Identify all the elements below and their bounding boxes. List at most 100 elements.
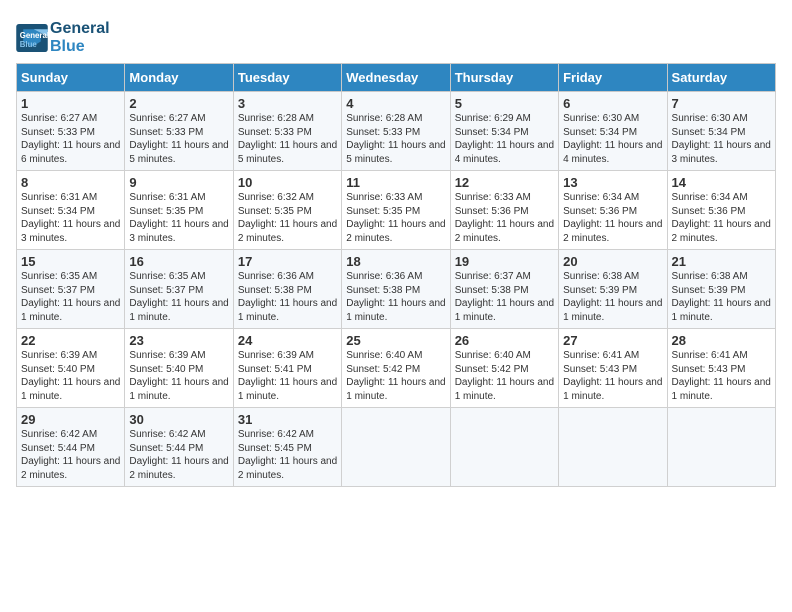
calendar-cell: 20 Sunrise: 6:38 AMSunset: 5:39 PMDaylig… (559, 250, 667, 329)
day-number: 14 (672, 175, 771, 190)
calendar-cell: 8 Sunrise: 6:31 AMSunset: 5:34 PMDayligh… (17, 171, 125, 250)
day-number: 5 (455, 96, 554, 111)
calendar-week-row: 22 Sunrise: 6:39 AMSunset: 5:40 PMDaylig… (17, 329, 776, 408)
cell-info: Sunrise: 6:31 AMSunset: 5:34 PMDaylight:… (21, 191, 120, 245)
cell-info: Sunrise: 6:28 AMSunset: 5:33 PMDaylight:… (238, 112, 337, 166)
calendar-cell: 6 Sunrise: 6:30 AMSunset: 5:34 PMDayligh… (559, 92, 667, 171)
calendar-cell: 29 Sunrise: 6:42 AMSunset: 5:44 PMDaylig… (17, 408, 125, 487)
cell-info: Sunrise: 6:39 AMSunset: 5:41 PMDaylight:… (238, 349, 337, 403)
cell-info: Sunrise: 6:42 AMSunset: 5:44 PMDaylight:… (129, 428, 228, 482)
day-number: 31 (238, 412, 337, 427)
svg-text:Blue: Blue (20, 39, 38, 48)
calendar-cell: 18 Sunrise: 6:36 AMSunset: 5:38 PMDaylig… (342, 250, 450, 329)
cell-info: Sunrise: 6:42 AMSunset: 5:45 PMDaylight:… (238, 428, 337, 482)
calendar-week-row: 15 Sunrise: 6:35 AMSunset: 5:37 PMDaylig… (17, 250, 776, 329)
calendar-body: 1 Sunrise: 6:27 AMSunset: 5:33 PMDayligh… (17, 92, 776, 487)
day-number: 15 (21, 254, 120, 269)
cell-info: Sunrise: 6:31 AMSunset: 5:35 PMDaylight:… (129, 191, 228, 245)
day-number: 24 (238, 333, 337, 348)
calendar-cell: 19 Sunrise: 6:37 AMSunset: 5:38 PMDaylig… (450, 250, 558, 329)
day-number: 10 (238, 175, 337, 190)
calendar-header-row: SundayMondayTuesdayWednesdayThursdayFrid… (17, 64, 776, 92)
calendar-cell: 16 Sunrise: 6:35 AMSunset: 5:37 PMDaylig… (125, 250, 233, 329)
day-number: 12 (455, 175, 554, 190)
day-number: 20 (563, 254, 662, 269)
calendar-cell: 2 Sunrise: 6:27 AMSunset: 5:33 PMDayligh… (125, 92, 233, 171)
calendar-week-row: 8 Sunrise: 6:31 AMSunset: 5:34 PMDayligh… (17, 171, 776, 250)
calendar-cell (559, 408, 667, 487)
cell-info: Sunrise: 6:38 AMSunset: 5:39 PMDaylight:… (672, 270, 771, 324)
calendar-header-cell: Thursday (450, 64, 558, 92)
calendar-cell: 9 Sunrise: 6:31 AMSunset: 5:35 PMDayligh… (125, 171, 233, 250)
day-number: 6 (563, 96, 662, 111)
calendar-header-cell: Monday (125, 64, 233, 92)
cell-info: Sunrise: 6:36 AMSunset: 5:38 PMDaylight:… (238, 270, 337, 324)
cell-info: Sunrise: 6:34 AMSunset: 5:36 PMDaylight:… (563, 191, 662, 245)
calendar-week-row: 1 Sunrise: 6:27 AMSunset: 5:33 PMDayligh… (17, 92, 776, 171)
calendar-cell: 15 Sunrise: 6:35 AMSunset: 5:37 PMDaylig… (17, 250, 125, 329)
cell-info: Sunrise: 6:32 AMSunset: 5:35 PMDaylight:… (238, 191, 337, 245)
day-number: 27 (563, 333, 662, 348)
logo-text-line1: General (50, 20, 110, 38)
cell-info: Sunrise: 6:27 AMSunset: 5:33 PMDaylight:… (129, 112, 228, 166)
calendar-cell: 21 Sunrise: 6:38 AMSunset: 5:39 PMDaylig… (667, 250, 775, 329)
cell-info: Sunrise: 6:27 AMSunset: 5:33 PMDaylight:… (21, 112, 120, 166)
day-number: 7 (672, 96, 771, 111)
calendar-week-row: 29 Sunrise: 6:42 AMSunset: 5:44 PMDaylig… (17, 408, 776, 487)
day-number: 8 (21, 175, 120, 190)
day-number: 11 (346, 175, 445, 190)
calendar-cell: 23 Sunrise: 6:39 AMSunset: 5:40 PMDaylig… (125, 329, 233, 408)
calendar-cell (342, 408, 450, 487)
page-header: General Blue General Blue (16, 16, 776, 55)
calendar-cell: 7 Sunrise: 6:30 AMSunset: 5:34 PMDayligh… (667, 92, 775, 171)
day-number: 19 (455, 254, 554, 269)
calendar-cell: 4 Sunrise: 6:28 AMSunset: 5:33 PMDayligh… (342, 92, 450, 171)
cell-info: Sunrise: 6:41 AMSunset: 5:43 PMDaylight:… (563, 349, 662, 403)
cell-info: Sunrise: 6:40 AMSunset: 5:42 PMDaylight:… (455, 349, 554, 403)
day-number: 29 (21, 412, 120, 427)
cell-info: Sunrise: 6:37 AMSunset: 5:38 PMDaylight:… (455, 270, 554, 324)
calendar-cell: 27 Sunrise: 6:41 AMSunset: 5:43 PMDaylig… (559, 329, 667, 408)
svg-text:General: General (20, 31, 48, 40)
calendar-header-cell: Saturday (667, 64, 775, 92)
cell-info: Sunrise: 6:39 AMSunset: 5:40 PMDaylight:… (129, 349, 228, 403)
cell-info: Sunrise: 6:36 AMSunset: 5:38 PMDaylight:… (346, 270, 445, 324)
calendar-cell: 25 Sunrise: 6:40 AMSunset: 5:42 PMDaylig… (342, 329, 450, 408)
day-number: 30 (129, 412, 228, 427)
calendar-cell: 1 Sunrise: 6:27 AMSunset: 5:33 PMDayligh… (17, 92, 125, 171)
day-number: 21 (672, 254, 771, 269)
calendar-cell: 13 Sunrise: 6:34 AMSunset: 5:36 PMDaylig… (559, 171, 667, 250)
day-number: 3 (238, 96, 337, 111)
calendar-cell: 11 Sunrise: 6:33 AMSunset: 5:35 PMDaylig… (342, 171, 450, 250)
cell-info: Sunrise: 6:29 AMSunset: 5:34 PMDaylight:… (455, 112, 554, 166)
day-number: 18 (346, 254, 445, 269)
cell-info: Sunrise: 6:35 AMSunset: 5:37 PMDaylight:… (129, 270, 228, 324)
cell-info: Sunrise: 6:40 AMSunset: 5:42 PMDaylight:… (346, 349, 445, 403)
calendar-cell (450, 408, 558, 487)
day-number: 28 (672, 333, 771, 348)
logo-text-line2: Blue (50, 38, 110, 56)
cell-info: Sunrise: 6:39 AMSunset: 5:40 PMDaylight:… (21, 349, 120, 403)
day-number: 4 (346, 96, 445, 111)
day-number: 17 (238, 254, 337, 269)
day-number: 9 (129, 175, 228, 190)
day-number: 22 (21, 333, 120, 348)
calendar-table: SundayMondayTuesdayWednesdayThursdayFrid… (16, 63, 776, 487)
cell-info: Sunrise: 6:38 AMSunset: 5:39 PMDaylight:… (563, 270, 662, 324)
calendar-header-cell: Tuesday (233, 64, 341, 92)
calendar-cell: 22 Sunrise: 6:39 AMSunset: 5:40 PMDaylig… (17, 329, 125, 408)
calendar-cell: 30 Sunrise: 6:42 AMSunset: 5:44 PMDaylig… (125, 408, 233, 487)
calendar-header-cell: Friday (559, 64, 667, 92)
day-number: 13 (563, 175, 662, 190)
cell-info: Sunrise: 6:33 AMSunset: 5:35 PMDaylight:… (346, 191, 445, 245)
calendar-cell: 17 Sunrise: 6:36 AMSunset: 5:38 PMDaylig… (233, 250, 341, 329)
calendar-header-cell: Wednesday (342, 64, 450, 92)
calendar-cell: 5 Sunrise: 6:29 AMSunset: 5:34 PMDayligh… (450, 92, 558, 171)
day-number: 2 (129, 96, 228, 111)
calendar-cell: 28 Sunrise: 6:41 AMSunset: 5:43 PMDaylig… (667, 329, 775, 408)
day-number: 1 (21, 96, 120, 111)
cell-info: Sunrise: 6:30 AMSunset: 5:34 PMDaylight:… (672, 112, 771, 166)
cell-info: Sunrise: 6:33 AMSunset: 5:36 PMDaylight:… (455, 191, 554, 245)
calendar-cell: 3 Sunrise: 6:28 AMSunset: 5:33 PMDayligh… (233, 92, 341, 171)
cell-info: Sunrise: 6:34 AMSunset: 5:36 PMDaylight:… (672, 191, 771, 245)
